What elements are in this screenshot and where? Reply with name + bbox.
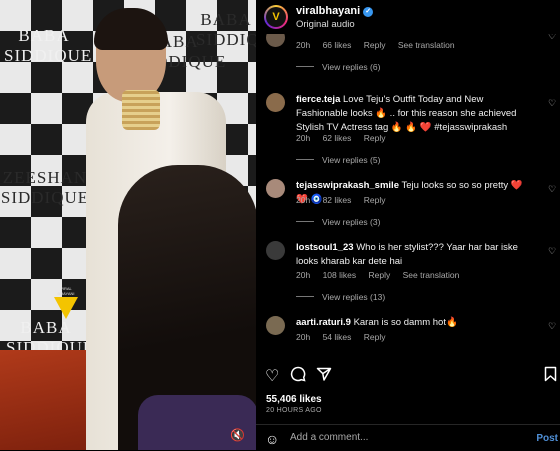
commenter-avatar[interactable]	[266, 179, 285, 198]
divider-line	[296, 66, 314, 67]
heart-icon[interactable]: ♡	[548, 246, 560, 257]
comment-meta: 20h 108 likes Reply See translation	[296, 270, 469, 280]
commenter-avatar[interactable]	[266, 93, 285, 112]
comment-meta: 20h 54 likes Reply	[296, 332, 396, 342]
reply-button[interactable]: Reply	[364, 40, 386, 50]
commenter-avatar[interactable]	[266, 34, 285, 47]
account-username[interactable]: viralbhayani	[296, 5, 360, 17]
reply-button[interactable]: Reply	[369, 270, 391, 280]
comment-likes[interactable]: 54 likes	[323, 332, 352, 342]
divider-line	[296, 159, 314, 160]
comment-likes[interactable]: 108 likes	[323, 270, 357, 280]
reply-button[interactable]: Reply	[364, 133, 386, 143]
add-comment-bar: ☺ Post	[256, 424, 560, 451]
heart-icon[interactable]: ♡	[548, 184, 560, 195]
comment-text: lostsoul1_23 Who is her stylist??? Yaar …	[296, 242, 518, 267]
comment-text: aarti.raturi.9 Karan is so damm hot🔥	[296, 317, 458, 328]
audio-label[interactable]: Original audio	[296, 19, 355, 30]
see-translation-link[interactable]: See translation	[398, 40, 455, 50]
comment-username[interactable]: fierce.teja	[296, 94, 340, 105]
commenter-avatar[interactable]	[266, 316, 285, 335]
reply-button[interactable]: Reply	[364, 195, 386, 205]
comment-username[interactable]: aarti.raturi.9	[296, 317, 351, 328]
comment-time: 20h	[296, 40, 311, 50]
reply-button[interactable]: Reply	[364, 332, 386, 342]
view-replies-link[interactable]: View replies (13)	[296, 292, 385, 302]
heart-icon[interactable]: ♡	[548, 321, 560, 332]
video-player[interactable]: BABA SIDDIQUE BABA SIDDIQUE ZEESHAN SIDD…	[0, 0, 256, 450]
comment-input[interactable]	[290, 432, 510, 443]
commenter-avatar[interactable]	[266, 241, 285, 260]
banner-text: ZEESHAN SIDDIQUE	[0, 168, 90, 207]
likes-count[interactable]: 55,406 likes	[266, 394, 322, 405]
watermark-logo: VIRAL BHAYANI	[52, 286, 80, 320]
account-avatar[interactable]: V	[264, 5, 288, 29]
comment-icon[interactable]	[290, 366, 306, 387]
comment-time: 20h	[296, 270, 311, 280]
divider-line	[296, 296, 314, 297]
comment-meta: 20h 66 likes Reply See translation	[296, 40, 465, 50]
view-replies-link[interactable]: View replies (6)	[296, 62, 380, 72]
heart-icon[interactable]: ♡	[548, 98, 560, 109]
post-button[interactable]: Post	[536, 433, 558, 444]
comment-meta: 20h 62 likes Reply	[296, 133, 396, 143]
comment-time: 20h	[296, 332, 311, 342]
view-replies-link[interactable]: View replies (5)	[296, 155, 380, 165]
comment-likes[interactable]: 66 likes	[323, 40, 352, 50]
heart-icon[interactable]: ♡	[265, 366, 279, 386]
avatar-letter: V	[266, 7, 286, 27]
comment-username[interactable]: lostsoul1_23	[296, 242, 354, 253]
banner-text: BABA SIDDIQUE	[4, 26, 93, 65]
view-replies-link[interactable]: View replies (3)	[296, 217, 380, 227]
foreground-person	[118, 165, 256, 450]
divider-line	[296, 221, 314, 222]
comment-meta: 20h 82 likes Reply	[296, 195, 396, 205]
post-timestamp: 20 HOURS AGO	[266, 407, 322, 414]
comment-time: 20h	[296, 195, 311, 205]
bookmark-icon[interactable]	[544, 366, 557, 387]
account-name[interactable]: viralbhayani ✓	[296, 5, 374, 17]
comment-time: 20h	[296, 133, 311, 143]
verified-badge-icon: ✓	[363, 7, 374, 17]
speaker-muted-icon[interactable]: 🔇	[230, 428, 245, 442]
emoji-icon[interactable]: ☺	[265, 431, 279, 447]
post-panel: V viralbhayani ✓ Original audio ♡ 20h 66 …	[256, 0, 560, 450]
see-translation-link[interactable]: See translation	[403, 270, 460, 280]
post-actions: ♡	[256, 362, 560, 386]
comments-list[interactable]: ♡ 20h 66 likes Reply See translation Vie…	[256, 34, 560, 356]
comment-username[interactable]: tejasswiprakash_smile	[296, 180, 399, 191]
post-header: V viralbhayani ✓ Original audio	[256, 0, 560, 34]
share-icon[interactable]	[316, 366, 332, 387]
heart-icon[interactable]: ♡	[548, 34, 560, 42]
comment-text: fierce.teja Love Teju's Outfit Today and…	[296, 94, 517, 133]
comment-likes[interactable]: 62 likes	[323, 133, 352, 143]
comment-likes[interactable]: 82 likes	[323, 195, 352, 205]
